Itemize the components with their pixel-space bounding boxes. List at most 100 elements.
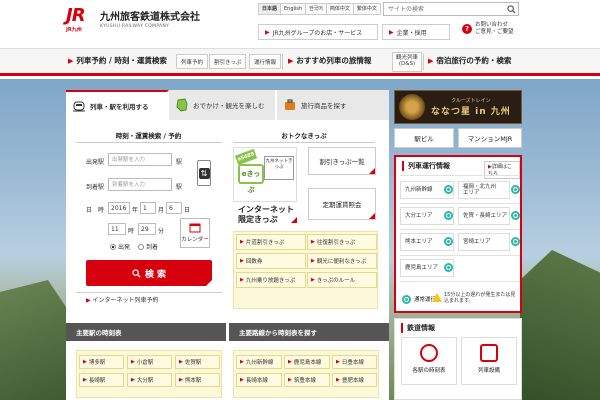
internet-reservation-label: インターネット列車予約 — [92, 297, 159, 304]
commuter-fare-link[interactable]: 定期運賃照会 — [308, 188, 376, 220]
contact-link[interactable]: ? お問い合わせ ご意見・ご要望 — [462, 22, 514, 36]
sightseeing-ticket-button[interactable]: ▶ 観光に便利なきっぷ — [307, 253, 377, 269]
arrive-radio[interactable]: 到着 — [138, 242, 158, 251]
nav-sub-operation[interactable]: 運行情報 — [249, 54, 282, 69]
month-select[interactable]: 1 — [140, 202, 156, 214]
train-facilities-button[interactable]: 列車設備 — [461, 337, 517, 385]
search-button[interactable]: 検 索 — [86, 260, 212, 286]
arrow-right-icon: ▶ — [240, 277, 244, 283]
site-search-input[interactable] — [384, 3, 504, 16]
operation-status-title: 列車運行情報 — [402, 161, 450, 171]
minute-select[interactable]: 29 — [138, 223, 156, 235]
suitcase-icon — [285, 99, 295, 110]
discount-list-link[interactable]: 割引きっぷ一覧 — [308, 147, 376, 175]
arrow-right-icon: ▶ — [240, 239, 244, 245]
nav-sub-tourist-train[interactable]: 観光列車 (D&S) — [392, 52, 423, 72]
contact-line1: お問い合わせ — [475, 22, 509, 28]
station-kokura[interactable]: ▶ 小倉駅 — [127, 355, 172, 369]
corner-mark — [206, 280, 212, 286]
station-hakata-label: 博多駅 — [88, 360, 106, 366]
jr-logo[interactable]: JR JR九州 — [66, 6, 96, 38]
station-building-link[interactable]: 駅ビル — [394, 128, 454, 148]
lang-simplified-chinese[interactable]: 简体中文 — [325, 3, 354, 15]
kyushu-unlimited-button[interactable]: ▶ 九州乗り放題きっぷ — [236, 272, 306, 288]
to-label: 到着駅 — [86, 184, 105, 191]
line-chikuho[interactable]: ▶ 筑豊本線 — [284, 373, 330, 387]
tab-travel-products[interactable]: 旅行商品を探す — [277, 90, 389, 120]
tab-train-station-label: 列車・駅を利用する — [90, 103, 149, 111]
tab-train-station[interactable]: 列車・駅を利用する — [66, 90, 169, 120]
station-nagasaki[interactable]: ▶ 長崎駅 — [79, 373, 124, 387]
nav-sub-discount[interactable]: 割引きっぷ — [209, 54, 247, 69]
divider — [400, 229, 520, 230]
calendar-button[interactable]: カレンダー — [180, 218, 210, 248]
e5489-ticket-banner[interactable]: e5489 eきっぷ 九州ネットきっぷ — [233, 147, 297, 202]
to-station-input[interactable]: 到着駅を入力 — [108, 178, 172, 191]
search-icon[interactable] — [507, 5, 516, 14]
e5489-tag: e5489 — [234, 148, 258, 166]
cruise-train-label: クルーズトレイン — [451, 98, 491, 104]
recruit-link[interactable]: ▶ 企業・採用 — [382, 24, 450, 40]
line-hohi[interactable]: ▶ 豊肥本線 — [332, 373, 377, 387]
from-station-input[interactable]: 出発駅を入力 — [108, 153, 172, 166]
nav-accommodation[interactable]: ▶ 宿泊旅行の予約・検索 — [428, 55, 511, 66]
arrow-right-icon: ▶ — [288, 359, 292, 365]
station-saga-label: 佐賀駅 — [184, 360, 202, 366]
train-facilities-label: 列車設備 — [477, 368, 500, 374]
line-nippo[interactable]: ▶ 日豊本線 — [332, 355, 377, 369]
arrow-right-icon: ▶ — [336, 359, 340, 365]
station-timetable-button[interactable]: 各駅の時刻表 — [401, 337, 457, 385]
commuter-fare-label: 定期運賃照会 — [322, 201, 362, 209]
oneway-discount-button[interactable]: ▶ 片道割引きっぷ — [236, 234, 306, 250]
year-select[interactable]: 2016 — [108, 202, 130, 214]
nanatsuboshi-banner[interactable]: クルーズトレイン ななつ星 in 九州 — [394, 90, 522, 124]
divider — [76, 292, 222, 293]
hour-select[interactable]: 11 — [108, 223, 126, 235]
depart-radio[interactable]: 出発 — [110, 242, 130, 251]
nav-train-reservation[interactable]: ▶ 列車予約 / 時刻・運賃検索 — [68, 55, 167, 66]
line-kagoshima[interactable]: ▶ 鹿児島本線 — [284, 355, 330, 369]
area-miyazaki-label: 宮崎エリア — [463, 238, 491, 245]
warning-icon — [432, 293, 442, 302]
swap-stations-button[interactable]: ⇅ — [197, 160, 211, 186]
lang-english[interactable]: English — [280, 3, 307, 15]
area-fukuoka-kitakyushu[interactable]: 福岡・北九州エリア — [458, 181, 510, 199]
arrow-right-icon: ▶ — [288, 377, 292, 383]
internet-limited-link[interactable]: インターネット 限定きっぷ — [238, 205, 294, 225]
nav-sub-reservation[interactable]: 列車予約 — [176, 54, 209, 69]
tab-sightseeing[interactable]: おでかけ・観光を楽しむ — [169, 90, 277, 120]
ticket-rules-button[interactable]: ▶ きっぷのルール — [307, 272, 377, 288]
group-services-label: JR九州グループのお店・サービス — [272, 29, 363, 37]
internet-reservation-link[interactable]: ▶ インターネット列車予約 — [86, 295, 212, 304]
roundtrip-discount-label: 往復割引きっぷ — [316, 240, 356, 246]
line-nagasaki[interactable]: ▶ 長崎本線 — [236, 373, 282, 387]
language-switcher: 日本語 English 한국어 简体中文 繁体中文 — [258, 3, 381, 15]
group-services-link[interactable]: ▶ JR九州グループのお店・サービス — [258, 24, 378, 40]
lang-traditional-chinese[interactable]: 繁体中文 — [352, 3, 381, 15]
arrow-right-icon: ▶ — [179, 377, 183, 383]
station-timetable-heading: 主要駅の時刻表 — [66, 323, 226, 341]
mansion-mjr-link[interactable]: マンションMJR — [458, 128, 522, 148]
status-normal-legend-icon — [402, 295, 411, 304]
train-front-icon — [480, 344, 498, 362]
station-oita[interactable]: ▶ 大分駅 — [127, 373, 172, 387]
arrow-right-icon: ▶ — [288, 56, 294, 65]
logo-jr-text: JR — [66, 5, 86, 26]
line-kyushu-shinkansen[interactable]: ▶ 九州新幹線 — [236, 355, 282, 369]
station-hakata[interactable]: ▶ 博多駅 — [79, 355, 124, 369]
area-saga-nagasaki[interactable]: 佐賀・長崎エリア — [458, 207, 510, 225]
company-name[interactable]: 九州旅客鉄道株式会社 KYUSHU RAILWAY COMPANY — [100, 12, 200, 29]
lang-japanese[interactable]: 日本語 — [258, 3, 282, 15]
clock-icon — [420, 344, 438, 362]
day-select[interactable]: 6 — [166, 202, 182, 214]
operation-detail-button[interactable]: ▶詳細はこちら — [484, 161, 520, 179]
internet-limited-line1: インターネット — [238, 205, 294, 214]
station-saga[interactable]: ▶ 佐賀駅 — [175, 355, 220, 369]
station-kumamoto[interactable]: ▶ 熊本駅 — [175, 373, 220, 387]
nav-recommended-trips[interactable]: ▶ おすすめ列車の旅情報 — [288, 55, 371, 66]
coupon-ticket-button[interactable]: ▶ 回数券 — [236, 253, 306, 269]
roundtrip-discount-button[interactable]: ▶ 往復割引きっぷ — [307, 234, 377, 250]
from-label: 出発駅 — [86, 159, 105, 166]
area-miyazaki[interactable]: 宮崎エリア — [458, 233, 510, 251]
lang-korean[interactable]: 한국어 — [305, 3, 327, 15]
